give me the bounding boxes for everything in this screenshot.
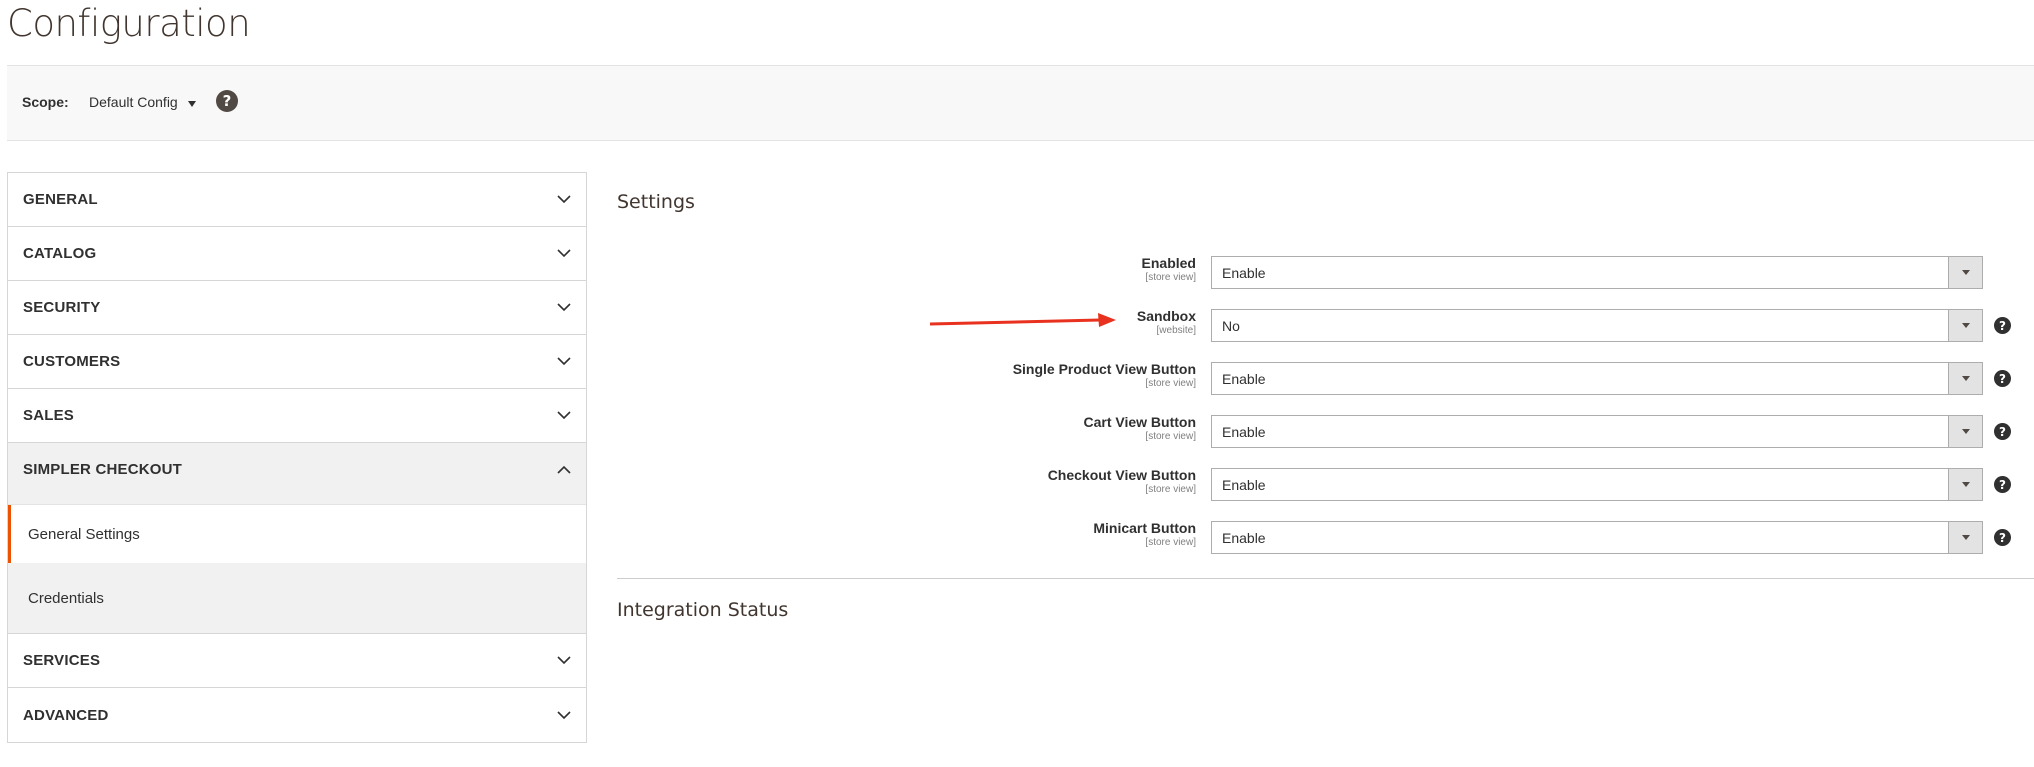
sidebar-section-general[interactable]: GENERAL: [8, 173, 586, 227]
select-value: Enable: [1222, 370, 1266, 387]
select-value: No: [1222, 317, 1240, 334]
sidebar-section-label: SIMPLER CHECKOUT: [23, 460, 183, 478]
field-label-text: Minicart Button: [1093, 520, 1196, 536]
help-icon[interactable]: ?: [1994, 317, 2011, 334]
sidebar-section-label: CATALOG: [23, 245, 97, 262]
integration-status-section-title[interactable]: Integration Status: [617, 599, 788, 621]
field-label-text: Cart View Button: [1083, 414, 1196, 430]
scope-value: Default Config: [89, 94, 178, 110]
sidebar-section-sales[interactable]: SALES: [8, 389, 586, 443]
submenu-divider: [8, 495, 586, 505]
field-label-text: Enabled: [1141, 255, 1196, 271]
sidebar-item-label: General Settings: [28, 525, 140, 543]
sidebar-section-services[interactable]: SERVICES: [8, 634, 586, 688]
dropdown-arrow-icon: [1948, 416, 1982, 447]
field-row-sandbox: Sandbox [website] No ?: [617, 308, 2017, 343]
help-icon[interactable]: ?: [216, 90, 238, 112]
config-sidebar: GENERAL CATALOG SECURITY CUSTOMERS SALES…: [7, 172, 587, 743]
field-label-text: Single Product View Button: [1012, 361, 1196, 377]
select-value: Enable: [1222, 529, 1266, 546]
dropdown-arrow-icon: [1948, 522, 1982, 553]
annotation-arrow: [929, 313, 1116, 327]
sidebar-item-general-settings[interactable]: General Settings: [8, 505, 586, 563]
sidebar-section-customers[interactable]: CUSTOMERS: [8, 335, 586, 389]
cart-view-button-select[interactable]: Enable: [1211, 415, 1983, 448]
sidebar-item-credentials[interactable]: Credentials: [8, 563, 586, 634]
chevron-down-icon: [557, 710, 571, 720]
section-divider: [617, 578, 2034, 579]
field-row-single-product-view-button: Single Product View Button [store view] …: [617, 360, 2017, 396]
field-scope-text: [store view]: [1145, 431, 1196, 442]
field-label-text: Checkout View Button: [1047, 467, 1196, 483]
dropdown-arrow-icon: [1948, 310, 1982, 341]
settings-section-title[interactable]: Settings: [617, 191, 695, 213]
help-icon[interactable]: ?: [1994, 529, 2011, 546]
sidebar-section-label: SALES: [23, 407, 75, 424]
enabled-select[interactable]: Enable: [1211, 256, 1983, 289]
field-scope-text: [store view]: [1145, 537, 1196, 548]
chevron-down-icon: [557, 303, 571, 312]
field-label: Minicart Button [store view]: [617, 519, 1196, 549]
chevron-down-icon: [557, 357, 571, 366]
sidebar-section-label: SECURITY: [23, 299, 101, 316]
dropdown-arrow-icon: [1948, 257, 1982, 288]
field-label: Checkout View Button [store view]: [617, 466, 1196, 496]
page-title: Configuration: [7, 2, 251, 45]
field-row-enabled: Enabled [store view] Enable: [617, 254, 2017, 290]
sidebar-section-advanced[interactable]: ADVANCED: [8, 688, 586, 742]
scope-switcher[interactable]: Default Config: [89, 94, 196, 110]
chevron-down-icon: [557, 656, 571, 665]
chevron-down-icon: [557, 411, 571, 420]
sandbox-select[interactable]: No: [1211, 309, 1983, 342]
field-scope-text: [store view]: [1145, 272, 1196, 283]
scope-label: Scope:: [22, 94, 69, 110]
chevron-down-icon: [557, 249, 571, 258]
minicart-button-select[interactable]: Enable: [1211, 521, 1983, 554]
help-icon[interactable]: ?: [1994, 476, 2011, 493]
sidebar-section-label: ADVANCED: [23, 706, 109, 724]
help-icon[interactable]: ?: [1994, 370, 2011, 387]
caret-down-icon: [187, 100, 196, 107]
field-row-cart-view-button: Cart View Button [store view] Enable ?: [617, 413, 2017, 449]
sidebar-section-label: GENERAL: [23, 191, 98, 208]
chevron-up-icon: [557, 465, 571, 474]
sidebar-section-simpler-checkout[interactable]: SIMPLER CHECKOUT: [8, 443, 586, 495]
help-icon[interactable]: ?: [1994, 423, 2011, 440]
select-value: Enable: [1222, 423, 1266, 440]
scope-bar: Scope: Default Config ?: [7, 65, 2034, 141]
dropdown-arrow-icon: [1948, 469, 1982, 500]
field-scope-text: [store view]: [1145, 484, 1196, 495]
field-row-minicart-button: Minicart Button [store view] Enable ?: [617, 519, 2017, 555]
chevron-down-icon: [557, 195, 571, 204]
select-value: Enable: [1222, 264, 1266, 281]
field-row-checkout-view-button: Checkout View Button [store view] Enable…: [617, 466, 2017, 502]
field-label: Cart View Button [store view]: [617, 413, 1196, 443]
sidebar-section-label: CUSTOMERS: [23, 353, 121, 370]
field-label: Single Product View Button [store view]: [617, 360, 1196, 390]
field-scope-text: [store view]: [1145, 378, 1196, 389]
sidebar-section-label: SERVICES: [23, 652, 101, 669]
select-value: Enable: [1222, 476, 1266, 493]
sidebar-section-catalog[interactable]: CATALOG: [8, 227, 586, 281]
dropdown-arrow-icon: [1948, 363, 1982, 394]
single-product-view-button-select[interactable]: Enable: [1211, 362, 1983, 395]
checkout-view-button-select[interactable]: Enable: [1211, 468, 1983, 501]
sidebar-section-security[interactable]: SECURITY: [8, 281, 586, 335]
sidebar-item-label: Credentials: [28, 589, 104, 607]
field-label: Enabled [store view]: [617, 254, 1196, 284]
